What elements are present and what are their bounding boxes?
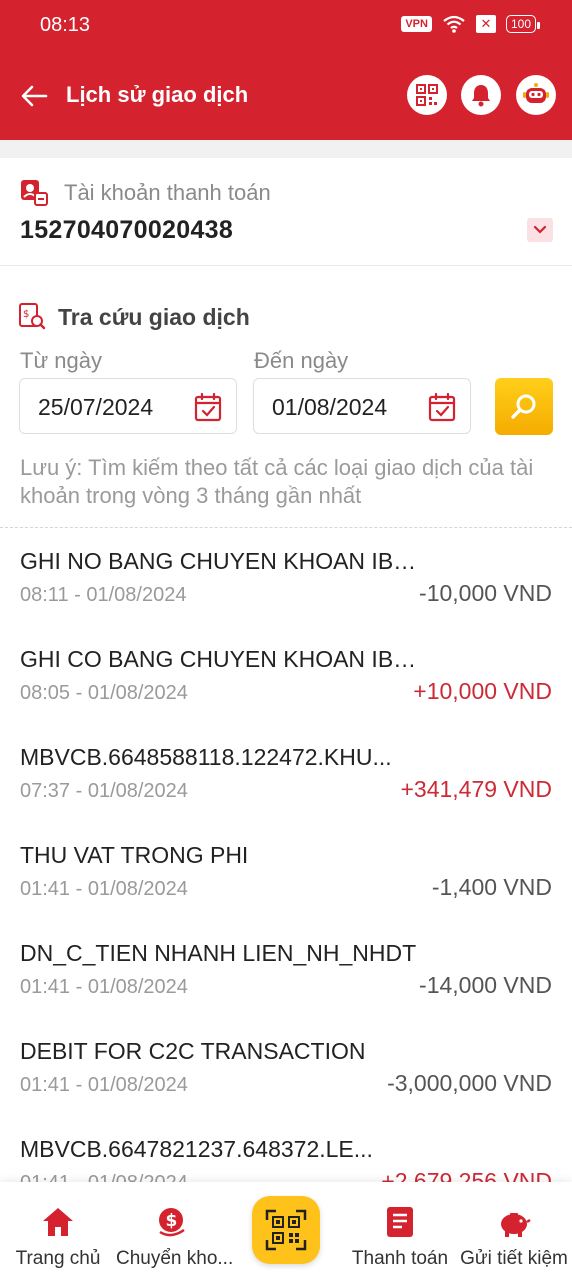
transaction-time: 08:05 - 01/08/2024: [20, 682, 188, 704]
vpn-icon: VPN: [401, 16, 432, 32]
status-bar: 08:13 VPN ✕ 100: [0, 0, 572, 52]
transaction-row[interactable]: GHI NO BANG CHUYEN KHOAN IBA... 08:11 - …: [0, 530, 572, 628]
search-title: Tra cứu giao dịch: [58, 304, 250, 330]
bill-icon: [387, 1207, 413, 1237]
to-date-value: 01/08/2024: [272, 394, 388, 420]
transaction-amount: -1,400 VND: [431, 874, 552, 900]
account-selector[interactable]: Tài khoản thanh toán 152704070020438: [0, 158, 572, 266]
section-divider: [0, 140, 572, 158]
search-document-icon: $: [19, 303, 46, 330]
transaction-description: THU VAT TRONG PHI: [20, 842, 249, 868]
transaction-amount: -10,000 VND: [419, 580, 552, 606]
transaction-search: $ Tra cứu giao dịch Từ ngày Đến ngày 25/…: [0, 266, 572, 528]
transaction-row[interactable]: THU VAT TRONG PHI 01:41 - 01/08/2024 -1,…: [0, 824, 572, 922]
transaction-amount: +341,479 VND: [400, 776, 552, 802]
nav-home[interactable]: Trang chủ: [0, 1182, 116, 1280]
nav-transfer-label: Chuyển kho...: [116, 1248, 234, 1269]
status-icons: VPN ✕ 100: [401, 14, 541, 34]
robot-icon: [523, 83, 549, 103]
battery-icon: 100: [505, 15, 541, 33]
transaction-time: 01:41 - 01/08/2024: [20, 976, 188, 998]
app-header: 08:13 VPN ✕ 100 Lịch sử giao dịch: [0, 0, 572, 140]
transaction-row[interactable]: GHI CO BANG CHUYEN KHOAN IBA... 08:05 - …: [0, 628, 572, 726]
transaction-list: GHI NO BANG CHUYEN KHOAN IBA... 08:11 - …: [0, 530, 572, 1182]
transaction-time: 07:37 - 01/08/2024: [20, 780, 188, 802]
transaction-amount: +10,000 VND: [413, 678, 552, 704]
search-button[interactable]: [495, 378, 553, 435]
back-arrow-icon[interactable]: [18, 80, 50, 112]
nav-savings-label: Gửi tiết kiệm: [460, 1248, 568, 1269]
search-note: Lưu ý: Tìm kiếm theo tất cả các loại gia…: [20, 455, 534, 508]
home-icon: [43, 1208, 73, 1236]
nav-home-label: Trang chủ: [15, 1248, 101, 1269]
transaction-time: 01:41 - 01/08/2024: [20, 1172, 188, 1182]
bottom-navigation: Trang chủ $ Chuyển kho... Thanh toán Gửi…: [0, 1182, 572, 1280]
wifi-icon: [443, 15, 465, 33]
transaction-row[interactable]: DN_C_TIEN NHANH LIEN_NH_NHDT 01:41 - 01/…: [0, 922, 572, 1020]
from-date-field[interactable]: 25/07/2024: [19, 378, 237, 434]
from-date-label: Từ ngày: [20, 348, 102, 373]
account-dropdown-button[interactable]: [527, 218, 553, 242]
transaction-row[interactable]: MBVCB.6647821237.648372.LE... 01:41 - 01…: [0, 1118, 572, 1182]
svg-text:$: $: [166, 1211, 178, 1231]
calendar-icon[interactable]: [428, 392, 456, 422]
status-time: 08:13: [40, 14, 91, 36]
piggy-bank-icon: [501, 1213, 531, 1237]
qr-code-icon: [265, 1209, 307, 1251]
transaction-description: DEBIT FOR C2C TRANSACTION: [20, 1038, 366, 1064]
chevron-down-icon: [533, 225, 547, 234]
notification-button[interactable]: [461, 75, 501, 115]
nav-payment[interactable]: Thanh toán: [344, 1182, 456, 1280]
transaction-row[interactable]: DEBIT FOR C2C TRANSACTION 01:41 - 01/08/…: [0, 1020, 572, 1118]
account-label: Tài khoản thanh toán: [64, 180, 271, 205]
nav-payment-label: Thanh toán: [351, 1248, 449, 1269]
qr-scan-button[interactable]: [407, 75, 447, 115]
transaction-amount: -3,000,000 VND: [387, 1070, 552, 1096]
magnifier-icon: [511, 394, 536, 419]
to-date-label: Đến ngày: [254, 348, 349, 373]
transaction-time: 01:41 - 01/08/2024: [20, 878, 188, 900]
transaction-description: GHI NO BANG CHUYEN KHOAN IBA...: [20, 548, 420, 574]
page-title: Lịch sử giao dịch: [66, 82, 249, 107]
nav-transfer[interactable]: $ Chuyển kho...: [116, 1182, 234, 1280]
bell-icon: [472, 85, 490, 107]
nav-bar: Lịch sử giao dịch: [0, 70, 572, 120]
to-date-field[interactable]: 01/08/2024: [253, 378, 471, 434]
transaction-row[interactable]: MBVCB.6648588118.122472.KHU... 07:37 - 0…: [0, 726, 572, 824]
transaction-time: 01:41 - 01/08/2024: [20, 1074, 188, 1096]
svg-text:$: $: [23, 309, 29, 320]
qr-pay-button[interactable]: [252, 1196, 320, 1264]
account-icon: [21, 180, 48, 206]
transaction-description: DN_C_TIEN NHANH LIEN_NH_NHDT: [20, 940, 417, 966]
transaction-description: GHI CO BANG CHUYEN KHOAN IBA...: [20, 646, 420, 672]
from-date-value: 25/07/2024: [38, 394, 154, 420]
nav-savings[interactable]: Gửi tiết kiệm: [456, 1182, 572, 1280]
money-transfer-icon: $: [159, 1208, 185, 1237]
qr-icon: [416, 84, 438, 106]
chatbot-button[interactable]: [516, 75, 556, 115]
transaction-description: MBVCB.6648588118.122472.KHU...: [20, 744, 392, 770]
no-sim-icon: ✕: [475, 15, 496, 33]
calendar-icon[interactable]: [194, 392, 222, 422]
account-number: 152704070020438: [20, 216, 234, 244]
transaction-amount: +2,679,256 VND: [381, 1168, 552, 1182]
transaction-amount: -14,000 VND: [419, 972, 552, 998]
transaction-description: MBVCB.6647821237.648372.LE...: [20, 1136, 373, 1162]
transaction-time: 08:11 - 01/08/2024: [20, 584, 187, 606]
